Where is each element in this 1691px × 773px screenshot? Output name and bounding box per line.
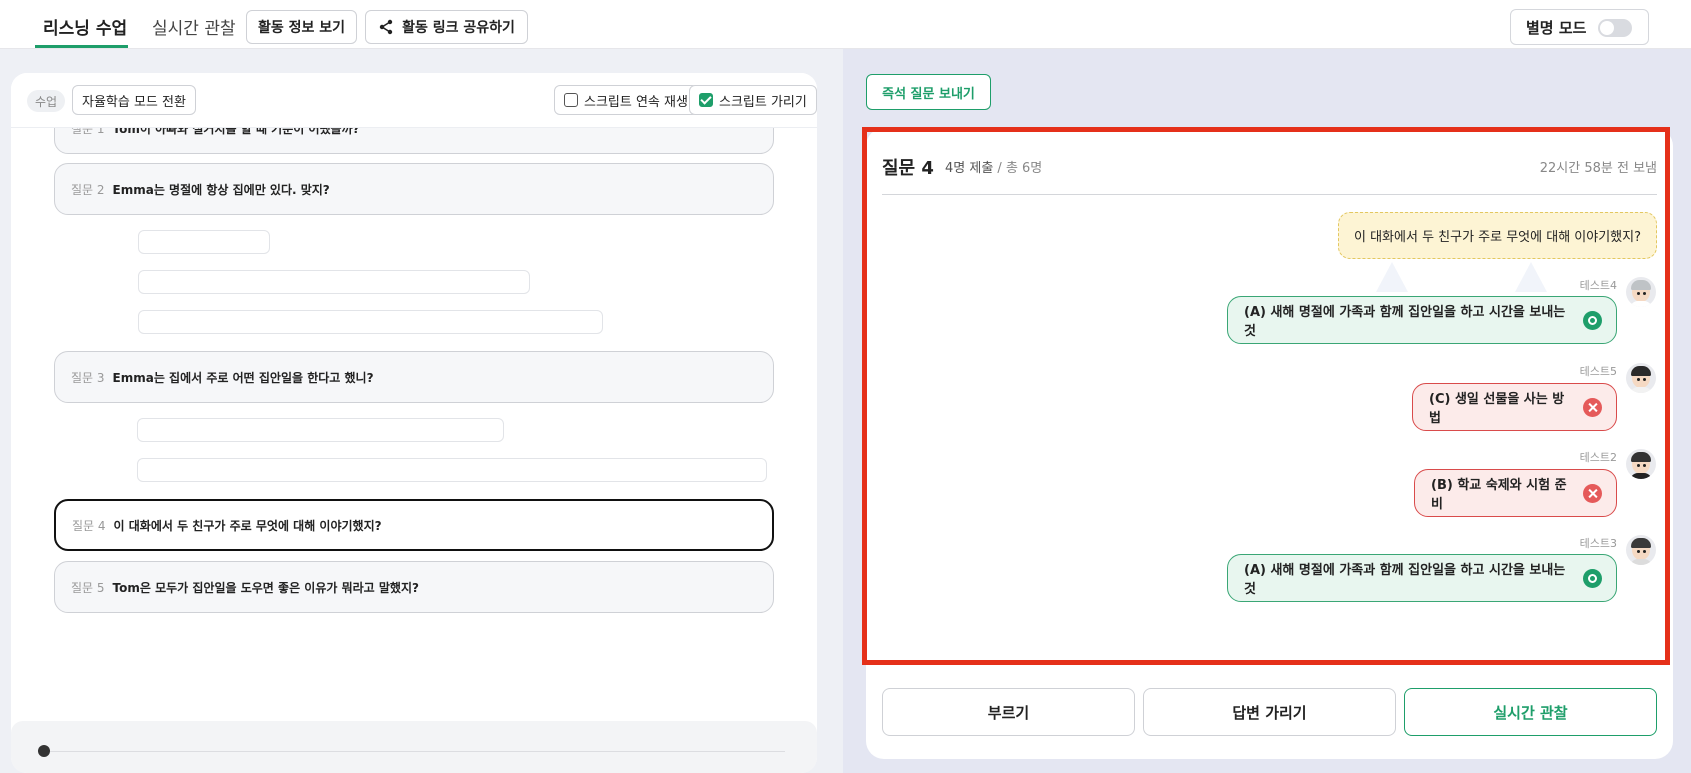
total-count: / 총 6명 (993, 161, 1043, 176)
activity-info-button[interactable]: 활동 정보 보기 (246, 10, 357, 44)
answer-placeholder (137, 418, 504, 442)
avatar-body-icon (1630, 473, 1652, 479)
call-button[interactable]: 부르기 (882, 688, 1135, 736)
question-bubble: 이 대화에서 두 친구가 주로 무엇에 대해 이야기했지? (1338, 212, 1657, 259)
student-name: 테스트2 (1579, 451, 1617, 464)
audio-player (11, 721, 817, 773)
correct-icon (1583, 568, 1602, 588)
checkbox-checked-icon (699, 93, 713, 107)
mode-chip: 수업 (27, 90, 66, 112)
avatar-body-icon (1630, 387, 1652, 393)
student-avatar (1626, 277, 1656, 307)
avatar-eye-icon (1643, 292, 1646, 295)
share-link-button[interactable]: 활동 링크 공유하기 (365, 10, 528, 44)
wrong-icon (1583, 397, 1602, 417)
script-continuous-label: 스크립트 연속 재생 (584, 94, 688, 110)
share-link-label: 활동 링크 공유하기 (402, 20, 515, 36)
toggle-switch-icon[interactable] (1598, 19, 1632, 37)
script-hide-label: 스크립트 가리기 (719, 94, 807, 110)
live-observe-label: 실시간 관찰 (1493, 703, 1568, 722)
question-text: Emma는 집에서 주로 어떤 집안일을 한다고 했니? (112, 370, 374, 385)
share-icon (379, 19, 393, 35)
script-hide-checkbox[interactable]: 스크립트 가리기 (689, 85, 817, 115)
question-list-panel: 수업 자율학습 모드 전환 스크립트 연속 재생 스크립트 가리기 질문 1 T… (11, 73, 817, 773)
avatar-eye-icon (1643, 464, 1646, 467)
activity-info-label: 활동 정보 보기 (257, 20, 346, 36)
avatar-body-icon (1630, 301, 1652, 307)
avatar-hair-icon (1631, 366, 1651, 376)
hide-answers-label: 답변 가리기 (1232, 703, 1307, 722)
question-number: 질문 3 (71, 370, 105, 385)
avatar-hair-icon (1631, 280, 1651, 290)
avatar-eye-icon (1643, 378, 1646, 381)
question-bubble-text: 이 대화에서 두 친구가 주로 무엇에 대해 이야기했지? (1354, 230, 1641, 245)
wrong-icon (1583, 483, 1602, 503)
avatar-eye-icon (1637, 292, 1640, 295)
student-name: 테스트4 (1579, 279, 1617, 292)
avatar-eye-icon (1637, 464, 1640, 467)
question-number: 질문 4 (72, 518, 106, 533)
checkbox-unchecked-icon (564, 93, 578, 107)
header-divider (882, 194, 1657, 195)
bubble-tail-decoration (1376, 262, 1408, 292)
answer-text: (A) 새해 명절에 가족과 함께 집안일을 하고 시간을 보내는 것 (1244, 305, 1566, 339)
answer-bubble-wrong[interactable]: (C) 생일 선물을 사는 방법 (1412, 383, 1617, 431)
script-continuous-checkbox[interactable]: 스크립트 연속 재생 (554, 85, 698, 115)
self-study-mode-label: 자율학습 모드 전환 (82, 94, 186, 110)
avatar-eye-icon (1637, 378, 1640, 381)
avatar-eye-icon (1637, 550, 1640, 553)
correct-icon (1583, 310, 1602, 330)
audio-progress-handle[interactable] (38, 745, 50, 757)
bubble-tail-decoration (1515, 262, 1547, 292)
instant-question-label: 즉석 질문 보내기 (882, 86, 975, 102)
question-item-5[interactable]: 질문 5 Tom은 모두가 집안일을 도우면 좋은 이유가 뭐라고 말했지? (54, 561, 774, 613)
question-text: 이 대화에서 두 친구가 주로 무엇에 대해 이야기했지? (113, 518, 382, 533)
student-avatar (1626, 535, 1656, 565)
submission-count: 4명 제출 / 총 6명 (945, 157, 1042, 176)
submitted-count: 4명 제출 (945, 161, 994, 176)
sent-time: 22시간 58분 전 보냄 (1539, 161, 1657, 176)
avatar-hair-icon (1631, 452, 1651, 462)
avatar-eye-icon (1643, 550, 1646, 553)
tab-live-observe[interactable]: 실시간 관찰 (152, 14, 236, 39)
answer-text: (C) 생일 선물을 사는 방법 (1429, 392, 1565, 426)
student-avatar (1626, 363, 1656, 393)
question-item-2[interactable]: 질문 2 Emma는 명절에 항상 집에만 있다. 맞지? (54, 163, 774, 215)
question-text: Tom은 모두가 집안일을 도우면 좋은 이유가 뭐라고 말했지? (112, 580, 419, 595)
question-item-4-selected[interactable]: 질문 4 이 대화에서 두 친구가 주로 무엇에 대해 이야기했지? (54, 499, 774, 551)
student-name: 테스트3 (1579, 537, 1617, 550)
audio-progress-track[interactable] (45, 751, 785, 752)
question-item-3[interactable]: 질문 3 Emma는 집에서 주로 어떤 집안일을 한다고 했니? (54, 351, 774, 403)
left-toolbar: 수업 자율학습 모드 전환 스크립트 연속 재생 스크립트 가리기 (11, 73, 817, 128)
student-avatar (1626, 449, 1656, 479)
question-number: 질문 2 (71, 182, 105, 197)
live-observe-button[interactable]: 실시간 관찰 (1404, 688, 1657, 736)
question-text: Emma는 명절에 항상 집에만 있다. 맞지? (112, 182, 330, 197)
answer-placeholder (138, 310, 603, 334)
answer-bubble-correct[interactable]: (A) 새해 명절에 가족과 함께 집안일을 하고 시간을 보내는 것 (1227, 554, 1617, 602)
question-title: 질문 4 (882, 158, 934, 179)
call-label: 부르기 (987, 703, 1030, 722)
answer-placeholder (137, 458, 767, 482)
avatar-body-icon (1630, 559, 1652, 565)
question-number: 질문 5 (71, 580, 105, 595)
student-name: 테스트5 (1579, 365, 1617, 378)
instant-question-button[interactable]: 즉석 질문 보내기 (866, 74, 991, 110)
tab-listening-class[interactable]: 리스닝 수업 (43, 14, 127, 39)
nickname-mode-toggle[interactable]: 별명 모드 (1510, 9, 1649, 45)
top-bar: 리스닝 수업 실시간 관찰 활동 정보 보기 활동 링크 공유하기 별명 모드 (0, 0, 1691, 49)
hide-answers-button[interactable]: 답변 가리기 (1143, 688, 1396, 736)
answer-placeholder (138, 270, 530, 294)
answer-text: (A) 새해 명절에 가족과 함께 집안일을 하고 시간을 보내는 것 (1244, 563, 1566, 597)
answer-bubble-wrong[interactable]: (B) 학교 숙제와 시험 준비 (1414, 469, 1617, 517)
answer-text: (B) 학교 숙제와 시험 준비 (1431, 478, 1567, 512)
active-tab-indicator (35, 45, 128, 48)
answer-bubble-correct[interactable]: (A) 새해 명절에 가족과 함께 집안일을 하고 시간을 보내는 것 (1227, 296, 1617, 344)
nickname-mode-label: 별명 모드 (1526, 18, 1587, 37)
avatar-hair-icon (1631, 538, 1651, 548)
self-study-mode-button[interactable]: 자율학습 모드 전환 (72, 85, 196, 115)
answer-placeholder (138, 230, 270, 254)
